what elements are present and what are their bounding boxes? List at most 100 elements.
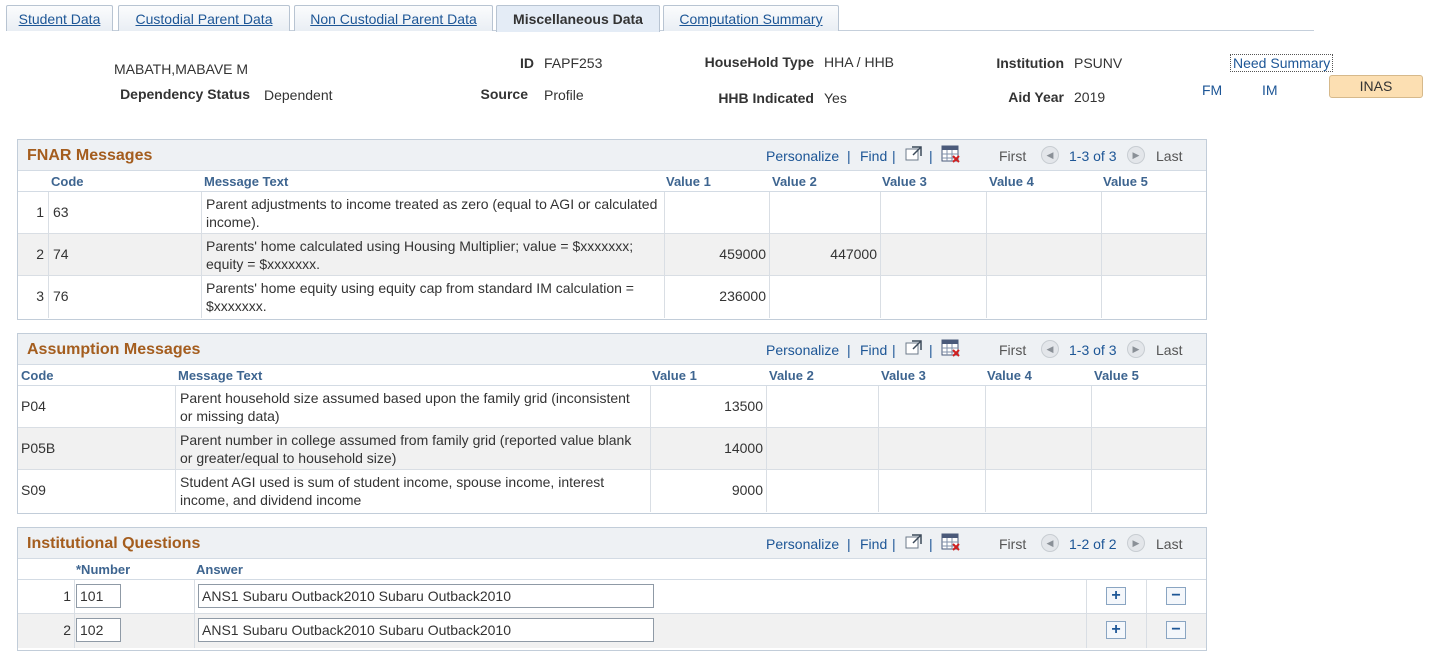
hhb-indicated-label: HHB Indicated [718, 90, 814, 106]
value2-cell [766, 428, 878, 469]
value1-cell: 459000 [664, 234, 769, 275]
im-link[interactable]: IM [1262, 82, 1278, 98]
answer-input[interactable]: ANS1 Subaru Outback2010 Subaru Outback20… [198, 584, 654, 608]
assumption-row-range: 1-3 of 3 [1069, 342, 1117, 358]
col-value-5[interactable]: Value 5 [1094, 368, 1139, 383]
row-number: 3 [36, 288, 44, 304]
col-value-4[interactable]: Value 4 [989, 174, 1034, 189]
download-spreadsheet-icon[interactable] [941, 145, 961, 163]
col-value-5[interactable]: Value 5 [1103, 174, 1148, 189]
next-icon[interactable]: ▶ [1127, 146, 1145, 164]
tab-student-data[interactable]: Student Data [6, 5, 113, 31]
col-answer[interactable]: Answer [196, 562, 243, 577]
download-spreadsheet-icon[interactable] [941, 339, 961, 357]
need-summary-link[interactable]: Need Summary [1230, 54, 1334, 72]
dependency-status-value: Dependent [264, 87, 333, 103]
col-code[interactable]: Code [21, 368, 54, 383]
value4-cell [985, 428, 1091, 469]
tab-non-custodial-parent-data[interactable]: Non Custodial Parent Data [294, 5, 493, 31]
personalize-link[interactable]: Personalize [766, 148, 839, 164]
col-value-4[interactable]: Value 4 [987, 368, 1032, 383]
value-1: 236000 [719, 288, 766, 304]
fnar-messages-grid: FNAR Messages Personalize | Find | | Fir… [17, 139, 1207, 320]
next-icon[interactable]: ▶ [1127, 534, 1145, 552]
col-value-1[interactable]: Value 1 [666, 174, 711, 189]
student-name: MABATH,MABAVE M [114, 61, 249, 77]
value-1: 9000 [731, 482, 763, 498]
code-cell: P05B [18, 428, 175, 469]
value1-cell: 236000 [664, 276, 769, 318]
view-all-icon[interactable] [904, 533, 924, 551]
find-link[interactable]: Find [860, 148, 887, 164]
institutional-row-range: 1-2 of 2 [1069, 536, 1117, 552]
previous-icon[interactable]: ◀ [1041, 534, 1059, 552]
col-message-text[interactable]: Message Text [204, 174, 288, 189]
last-label[interactable]: Last [1156, 148, 1182, 164]
answer-input[interactable]: ANS1 Subaru Outback2010 Subaru Outback20… [198, 618, 654, 642]
find-link[interactable]: Find [860, 342, 887, 358]
col-value-1[interactable]: Value 1 [652, 368, 697, 383]
value4-cell [986, 276, 1101, 318]
col-value-2[interactable]: Value 2 [772, 174, 817, 189]
first-label[interactable]: First [999, 536, 1026, 552]
download-spreadsheet-icon[interactable] [941, 533, 961, 551]
value1-cell: 13500 [650, 386, 766, 427]
next-icon[interactable]: ▶ [1127, 340, 1145, 358]
view-all-icon[interactable] [904, 339, 924, 357]
household-type-value: HHA / HHB [824, 54, 895, 70]
message-cell: Parent number in college assumed from fa… [175, 428, 650, 469]
value2-cell [766, 386, 878, 427]
value-1: 459000 [719, 246, 766, 262]
message-cell: Parent household size assumed based upon… [175, 386, 650, 427]
message-text: Student AGI used is sum of student incom… [180, 474, 605, 508]
col-value-2[interactable]: Value 2 [769, 368, 814, 383]
personalize-link[interactable]: Personalize [766, 536, 839, 552]
add-row-button[interactable]: + [1106, 587, 1126, 605]
inas-button[interactable]: INAS [1329, 75, 1423, 98]
question-number-input[interactable]: 101 [76, 584, 121, 608]
personalize-link[interactable]: Personalize [766, 342, 839, 358]
previous-icon[interactable]: ◀ [1041, 146, 1059, 164]
aid-year-label: Aid Year [1008, 89, 1064, 105]
hhb-indicated-value: Yes [824, 90, 847, 106]
tab-computation-summary[interactable]: Computation Summary [663, 5, 839, 31]
value3-cell [880, 192, 986, 233]
value3-cell [880, 234, 986, 275]
value1-cell [664, 192, 769, 233]
value5-cell [1091, 428, 1207, 469]
institutional-column-headers: *Number Answer [18, 559, 1206, 580]
message-text: Parent number in college assumed from fa… [180, 432, 632, 466]
remove-cell: − [1146, 614, 1207, 648]
add-row-button[interactable]: + [1106, 621, 1126, 639]
col-code[interactable]: Code [51, 174, 84, 189]
find-link[interactable]: Find [860, 536, 887, 552]
tab-miscellaneous-data[interactable]: Miscellaneous Data [496, 5, 660, 32]
delete-row-button[interactable]: − [1166, 621, 1186, 639]
col-value-3[interactable]: Value 3 [881, 368, 926, 383]
value5-cell [1091, 470, 1207, 512]
table-row: 1 63 Parent adjustments to income treate… [18, 192, 1206, 234]
table-row: 3 76 Parents' home equity using equity c… [18, 276, 1206, 318]
assumption-grid-title: Assumption Messages [27, 341, 201, 358]
col-value-3[interactable]: Value 3 [882, 174, 927, 189]
value4-cell [985, 470, 1091, 512]
col-number[interactable]: *Number [76, 562, 130, 577]
institutional-grid-title: Institutional Questions [27, 535, 201, 552]
separator: | [929, 536, 933, 552]
fnar-grid-title: FNAR Messages [27, 147, 153, 164]
first-label[interactable]: First [999, 148, 1026, 164]
previous-icon[interactable]: ◀ [1041, 340, 1059, 358]
tab-custodial-parent-data[interactable]: Custodial Parent Data [118, 5, 290, 31]
row-number: 1 [36, 204, 44, 220]
last-label[interactable]: Last [1156, 536, 1182, 552]
value3-cell [878, 428, 985, 469]
separator: | [929, 148, 933, 164]
first-label[interactable]: First [999, 342, 1026, 358]
fm-link[interactable]: FM [1202, 82, 1222, 98]
message-cell: Parents' home equity using equity cap fr… [201, 276, 664, 318]
view-all-icon[interactable] [904, 145, 924, 163]
question-number-input[interactable]: 102 [76, 618, 121, 642]
last-label[interactable]: Last [1156, 342, 1182, 358]
delete-row-button[interactable]: − [1166, 587, 1186, 605]
col-message-text[interactable]: Message Text [178, 368, 262, 383]
